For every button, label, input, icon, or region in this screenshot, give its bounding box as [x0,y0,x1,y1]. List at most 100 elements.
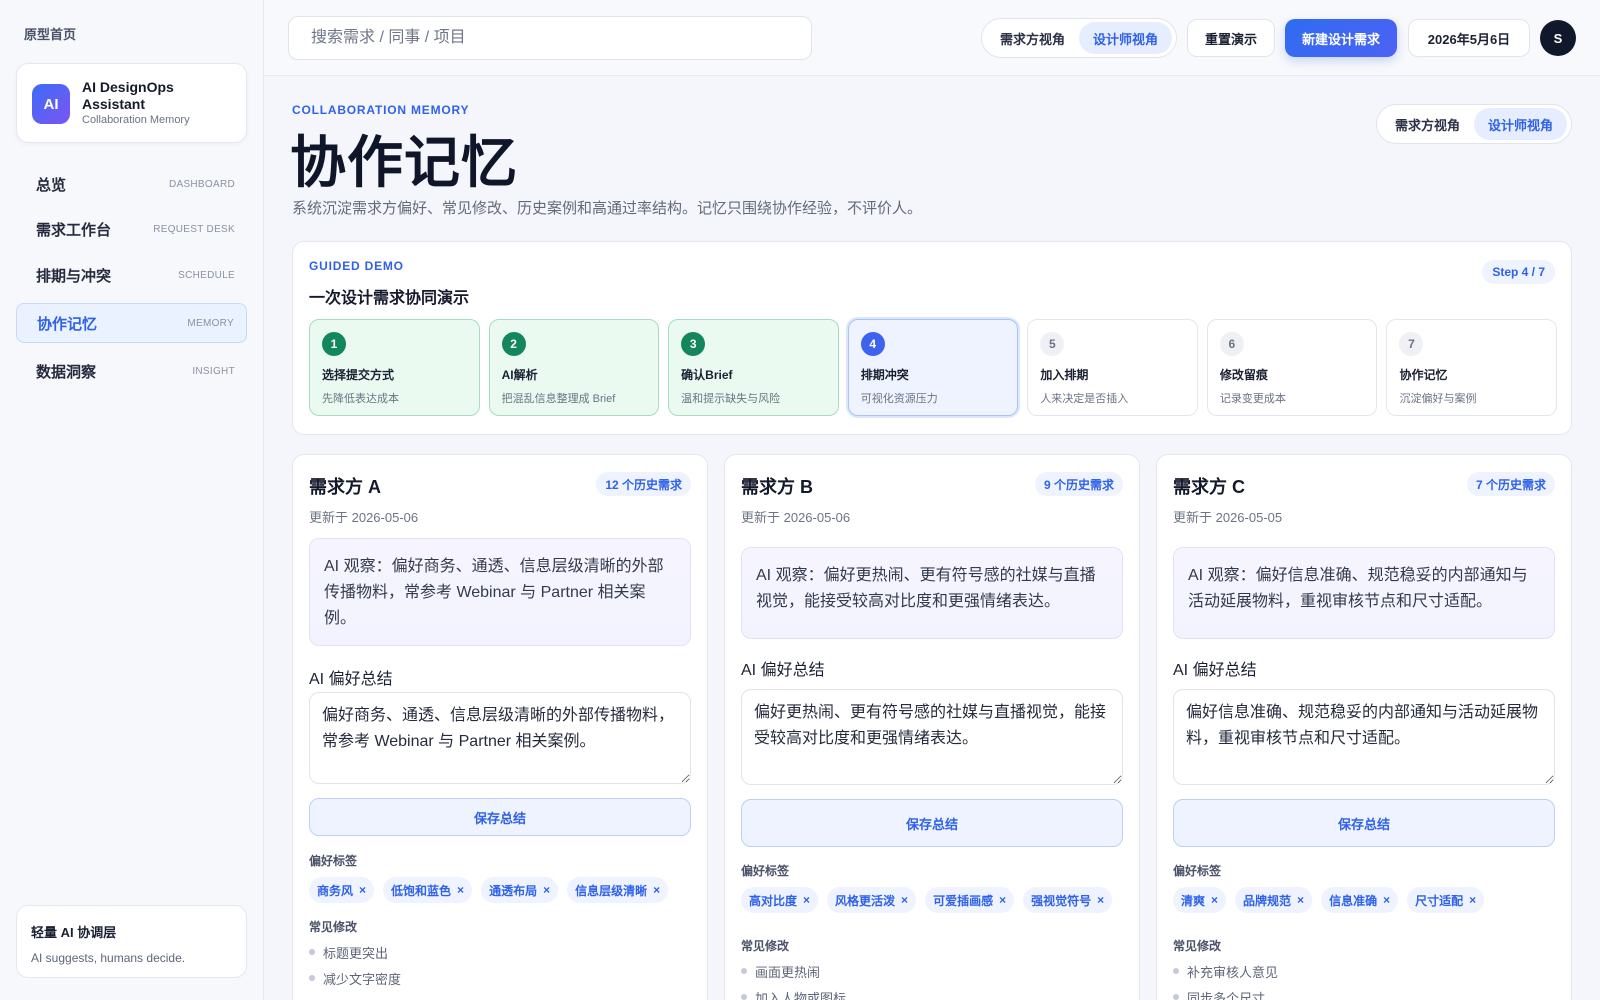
client-card-a: 需求方 A 12 个历史需求 更新于 2026-05-06 AI 观察：偏好商务… [292,454,708,1000]
demo-step[interactable]: 7 协作记忆 沉淀偏好与案例 [1386,319,1558,416]
step-number: 1 [322,332,346,356]
demo-step[interactable]: 6 修改留痕 记录变更成本 [1206,319,1378,416]
demo-step[interactable]: 2 AI解析 把混乱信息整理成 Brief [488,319,660,416]
reset-demo-button[interactable]: 重置演示 [1187,19,1275,57]
sidebar-item-dashboard[interactable]: 总览 DASHBOARD [16,164,247,204]
preference-tags: 清爽 × 品牌规范 × 信息准确 × 尺寸适配 × [1173,887,1563,913]
sidebar-item-memory[interactable]: 协作记忆 MEMORY [16,303,247,343]
tags-label: 偏好标签 [309,854,358,868]
common-fixes-list: 标题更突出 减少文字密度 [309,939,401,991]
remove-tag-icon[interactable]: × [359,883,366,897]
summary-label: AI 偏好总结 [1173,662,1257,679]
step-number: 3 [681,332,706,356]
updated-date: 更新于 2026-05-06 [309,510,419,525]
step-label: 加入排期 [1040,368,1089,382]
updated-date: 更新于 2026-05-05 [1173,510,1283,525]
sidebar-item-insight[interactable]: 数据洞察 INSIGHT [16,351,247,391]
demo-step[interactable]: 1 选择提交方式 先降低表达成本 [309,319,480,416]
step-count-badge: Step 4 / 7 [1482,260,1555,284]
step-number: 4 [860,332,885,356]
save-summary-button[interactable]: 保存总结 [309,798,691,836]
requester-view-option[interactable]: 需求方视角 [1381,108,1474,140]
step-desc: 可视化资源压力 [860,393,938,405]
demo-step[interactable]: 3 确认Brief 温和提示缺失与风险 [668,319,839,416]
designer-view-option[interactable]: 设计师视角 [1474,108,1568,140]
history-count-badge[interactable]: 9 个历史需求 [1034,472,1123,496]
summary-textarea[interactable]: 偏好更热闹、更有符号感的社媒与直播视觉，能接受较高对比度和更强情绪表达。 [741,689,1123,785]
preference-tag: 强视觉符号 × [1023,887,1113,913]
step-desc: 先降低表达成本 [322,393,399,405]
page-title: 协作记忆 [290,131,518,194]
step-number: 7 [1399,332,1424,356]
history-count-badge[interactable]: 12 个历史需求 [596,472,691,496]
remove-tag-icon[interactable]: × [1383,893,1390,907]
remove-tag-icon[interactable]: × [543,883,550,897]
demo-step[interactable]: 5 加入排期 人来决定是否插入 [1027,319,1198,416]
preference-tag: 高对比度 × [741,887,819,913]
remove-tag-icon[interactable]: × [999,893,1006,907]
list-item: 加入人物或图标 [741,984,846,1000]
step-desc: 沉淀偏好与案例 [1399,393,1477,405]
demo-eyebrow: GUIDED DEMO [309,259,404,273]
step-desc: 人来决定是否插入 [1040,393,1129,405]
guided-demo-panel: GUIDED DEMO 一次设计需求协同演示 Step 4 / 7 1 选择提交… [292,241,1572,435]
tag-label: 高对比度 [749,893,798,908]
preference-tag: 通透布局 × [481,877,559,903]
ai-observation: AI 观察：偏好商务、通透、信息层级清晰的外部传播物料，常参考 Webinar … [309,538,691,646]
summary-textarea[interactable]: 偏好信息准确、规范稳妥的内部通知与活动延展物料，重视审核节点和尺寸适配。 [1173,689,1555,785]
remove-tag-icon[interactable]: × [653,883,660,897]
summary-textarea[interactable]: 偏好商务、通透、信息层级清晰的外部传播物料，常参考 Webinar 与 Part… [309,692,691,784]
sidebar-item-sub: REQUEST DESK [153,223,235,235]
remove-tag-icon[interactable]: × [1097,893,1104,907]
history-count-badge[interactable]: 7 个历史需求 [1466,472,1555,496]
avatar[interactable]: S [1540,20,1576,56]
home-link[interactable]: 原型首页 [24,24,76,43]
preference-tag: 信息层级清晰 × [567,877,669,903]
sidebar-item-sub: SCHEDULE [178,269,235,281]
tags-label: 偏好标签 [741,864,790,878]
save-summary-button[interactable]: 保存总结 [741,799,1123,847]
designer-view-option[interactable]: 设计师视角 [1079,22,1173,54]
preference-tag: 可爱插画感 × [925,887,1015,913]
summary-label: AI 偏好总结 [309,671,393,688]
search-input[interactable] [288,16,812,60]
step-label: 选择提交方式 [322,368,395,382]
sidebar-item-label: 排期与冲突 [36,267,112,285]
sidebar-item-label: 需求工作台 [36,221,112,239]
sidebar-item-label: 总览 [36,176,67,194]
list-item: 补充审核人意见 [1173,958,1278,984]
sidebar-item-request-desk[interactable]: 需求工作台 REQUEST DESK [16,209,247,249]
page-eyebrow: COLLABORATION MEMORY [292,103,470,117]
sidebar-item-schedule[interactable]: 排期与冲突 SCHEDULE [16,255,247,295]
remove-tag-icon[interactable]: × [1211,893,1218,907]
header-view-toggle: 需求方视角 设计师视角 [1376,104,1573,144]
step-number: 6 [1219,332,1244,356]
remove-tag-icon[interactable]: × [901,893,908,907]
save-summary-button[interactable]: 保存总结 [1173,799,1555,847]
list-item: 减少文字密度 [309,965,401,991]
tag-label: 商务风 [317,883,354,898]
list-item: 画面更热闹 [741,958,846,984]
step-label: 修改留痕 [1219,368,1268,382]
remove-tag-icon[interactable]: × [1469,893,1476,907]
common-fixes-label: 常见修改 [741,939,790,953]
requester-view-option[interactable]: 需求方视角 [986,22,1079,54]
remove-tag-icon[interactable]: × [457,883,464,897]
sidebar-item-sub: MEMORY [187,317,234,329]
topbar: 需求方视角 设计师视角 重置演示 新建设计需求 2026年5月6日 [264,0,1600,76]
remove-tag-icon[interactable]: × [1297,893,1304,907]
date-display: 2026年5月6日 [1408,19,1530,57]
tag-label: 强视觉符号 [1031,893,1092,908]
preference-tags: 商务风 × 低饱和蓝色 × 通透布局 × 信息层级清晰 × [309,877,699,903]
client-name: 需求方 B [741,477,813,497]
demo-title: 一次设计需求协同演示 [309,290,470,307]
step-number: 2 [501,332,526,356]
sidebar: 原型首页 AI AI DesignOps Assistant Collabora… [0,0,264,1000]
remove-tag-icon[interactable]: × [803,893,810,907]
step-desc: 记录变更成本 [1219,393,1286,405]
sidebar-footer-text: AI suggests, humans decide. [31,951,186,965]
new-request-button[interactable]: 新建设计需求 [1285,19,1397,57]
list-item: 标题更突出 [309,939,401,965]
demo-step-current[interactable]: 4 排期冲突 可视化资源压力 [847,319,1019,416]
tag-label: 低饱和蓝色 [391,883,452,898]
